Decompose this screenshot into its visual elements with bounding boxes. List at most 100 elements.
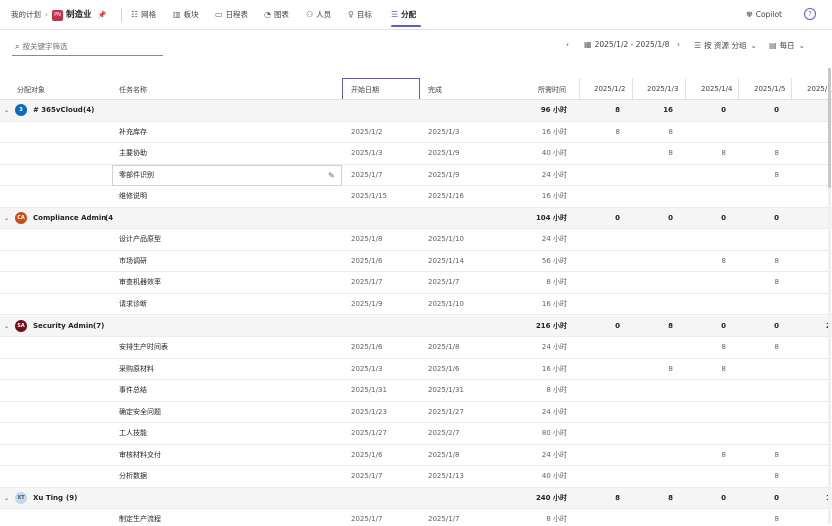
group-row[interactable]: ⌄ 3 # 365vCloud (4) 96 小时 8 16 0 0 [0, 100, 832, 122]
task-name[interactable]: 维修说明 [119, 186, 319, 207]
task-finish-date[interactable]: 2025/1/16 [428, 186, 464, 207]
task-day-hours[interactable] [580, 466, 620, 487]
copilot-button[interactable]: ✾ Copilot [746, 9, 782, 21]
task-day-hours[interactable] [580, 272, 620, 293]
tab-goals[interactable]: ♀ 目标 [348, 9, 372, 21]
task-day-hours[interactable] [686, 466, 726, 487]
task-name[interactable]: 安排生产时间表 [119, 337, 319, 358]
task-day-hours[interactable] [739, 380, 779, 401]
task-day-hours[interactable]: 8 [686, 251, 726, 272]
previous-period-button[interactable]: ‹ [566, 40, 569, 49]
task-finish-date[interactable]: 2025/1/14 [428, 251, 464, 272]
period-dropdown[interactable]: ▤ 每日 ⌄ [769, 40, 805, 51]
task-finish-date[interactable]: 2025/1/27 [428, 402, 464, 423]
task-day-hours[interactable] [633, 186, 673, 207]
task-finish-date[interactable]: 2025/2/7 [428, 423, 459, 444]
next-period-button[interactable]: › [677, 40, 680, 49]
task-row[interactable]: 维修说明 2025/1/15 2025/1/16 16 小时 [0, 186, 832, 208]
group-row[interactable]: ⌄ CA Compliance Admin (4 104 小时 0 0 0 0 [0, 207, 832, 230]
task-finish-date[interactable]: 2025/1/9 [428, 165, 459, 186]
task-name[interactable]: 请求诊断 [119, 294, 319, 315]
task-row[interactable]: 安排生产时间表 2025/1/6 2025/1/8 24 小时 8 8 [0, 337, 832, 359]
task-finish-date[interactable]: 2025/1/10 [428, 294, 464, 315]
task-row[interactable]: ✎ 零部件识别 2025/1/7 2025/1/9 24 小时 8 [0, 164, 832, 187]
column-header-finish[interactable]: 完成 [428, 85, 442, 95]
task-start-date[interactable]: 2025/1/3 [351, 359, 382, 380]
edit-icon[interactable]: ✎ [328, 165, 335, 186]
task-day-hours[interactable] [633, 445, 673, 466]
task-day-hours[interactable]: 8 [633, 143, 673, 164]
task-row[interactable]: 审核材料交付 2025/1/6 2025/1/8 24 小时 8 8 [0, 445, 832, 467]
task-name[interactable]: 零部件识别 [119, 165, 319, 186]
pin-icon[interactable]: 📌 [98, 11, 107, 19]
chevron-down-icon[interactable]: ⌄ [4, 100, 9, 121]
task-start-date[interactable]: 2025/1/6 [351, 337, 382, 358]
task-day-hours[interactable] [686, 509, 726, 526]
task-day-hours[interactable] [686, 402, 726, 423]
task-start-date[interactable]: 2025/1/7 [351, 466, 382, 487]
task-day-hours[interactable] [739, 229, 779, 250]
task-name[interactable]: 制定生产流程 [119, 509, 319, 526]
task-day-hours[interactable] [580, 165, 620, 186]
task-finish-date[interactable]: 2025/1/7 [428, 272, 459, 293]
task-day-hours[interactable] [739, 402, 779, 423]
task-start-date[interactable]: 2025/1/7 [351, 509, 382, 526]
task-start-date[interactable]: 2025/1/27 [351, 423, 387, 444]
task-day-hours[interactable]: 8 [633, 122, 673, 143]
task-day-hours[interactable]: 8 [686, 143, 726, 164]
task-day-hours[interactable] [739, 359, 779, 380]
task-finish-date[interactable]: 2025/1/31 [428, 380, 464, 401]
task-day-hours[interactable] [633, 165, 673, 186]
task-day-hours[interactable]: 8 [739, 272, 779, 293]
scrollbar-thumb[interactable] [828, 68, 831, 188]
plan-title[interactable]: 制造业 [66, 10, 92, 20]
task-name[interactable]: 事件总结 [119, 380, 319, 401]
task-row[interactable]: 制定生产流程 2025/1/7 2025/1/7 8 小时 8 [0, 509, 832, 526]
task-finish-date[interactable]: 2025/1/9 [428, 143, 459, 164]
group-by-dropdown[interactable]: ☰ 按 资源 分组 ⌄ [694, 40, 757, 51]
date-range-picker[interactable]: ▦ 2025/1/2 - 2025/1/8 [584, 40, 669, 49]
task-finish-date[interactable]: 2025/1/7 [428, 509, 459, 526]
task-day-hours[interactable] [686, 294, 726, 315]
task-finish-date[interactable]: 2025/1/10 [428, 229, 464, 250]
task-start-date[interactable]: 2025/1/7 [351, 165, 382, 186]
task-day-hours[interactable] [580, 337, 620, 358]
task-row[interactable]: 请求诊断 2025/1/9 2025/1/10 16 小时 [0, 294, 832, 316]
tab-assignments[interactable]: ☰ 分配 [391, 9, 416, 21]
task-row[interactable]: 补充库存 2025/1/2 2025/1/3 16 小时 8 8 [0, 122, 832, 144]
tab-board[interactable]: ▥ 板块 [173, 9, 199, 21]
task-day-hours[interactable] [633, 402, 673, 423]
breadcrumb-my-plans[interactable]: 我的计划 [11, 10, 41, 19]
task-day-hours[interactable]: 8 [686, 445, 726, 466]
task-day-hours[interactable]: 8 [739, 251, 779, 272]
tab-people[interactable]: ⚇ 人员 [306, 9, 331, 21]
task-finish-date[interactable]: 2025/1/6 [428, 359, 459, 380]
task-name[interactable]: 主要协助 [119, 143, 319, 164]
task-row[interactable]: 采购原材料 2025/1/3 2025/1/6 16 小时 8 8 [0, 359, 832, 381]
task-day-hours[interactable]: 8 [686, 359, 726, 380]
task-day-hours[interactable] [580, 294, 620, 315]
task-name[interactable]: 工人技能 [119, 423, 319, 444]
task-day-hours[interactable] [739, 423, 779, 444]
task-day-hours[interactable] [633, 229, 673, 250]
tab-grid[interactable]: ☷ 网格 [131, 9, 156, 21]
task-start-date[interactable]: 2025/1/15 [351, 186, 387, 207]
search-input[interactable]: ⌕ 按关键字筛选 [12, 37, 163, 56]
task-start-date[interactable]: 2025/1/6 [351, 445, 382, 466]
task-name[interactable]: 审查机器效率 [119, 272, 319, 293]
task-day-hours[interactable] [686, 229, 726, 250]
task-start-date[interactable]: 2025/1/8 [351, 229, 382, 250]
task-day-hours[interactable] [686, 423, 726, 444]
task-row[interactable]: 工人技能 2025/1/27 2025/2/7 80 小时 [0, 423, 832, 445]
task-finish-date[interactable]: 2025/1/13 [428, 466, 464, 487]
task-row[interactable]: 事件总结 2025/1/31 2025/1/31 8 小时 [0, 380, 832, 402]
task-name[interactable]: 分析数据 [119, 466, 319, 487]
task-day-hours[interactable] [633, 337, 673, 358]
group-row[interactable]: ⌄XTXu Ting(9)240 小时88001 [0, 487, 832, 510]
task-start-date[interactable]: 2025/1/3 [351, 143, 382, 164]
tab-charts[interactable]: ◔ 图表 [264, 9, 289, 21]
task-finish-date[interactable]: 2025/1/8 [428, 337, 459, 358]
task-day-hours[interactable] [580, 186, 620, 207]
column-header-assignee[interactable]: 分配对象 [17, 85, 45, 95]
task-day-hours[interactable] [580, 423, 620, 444]
